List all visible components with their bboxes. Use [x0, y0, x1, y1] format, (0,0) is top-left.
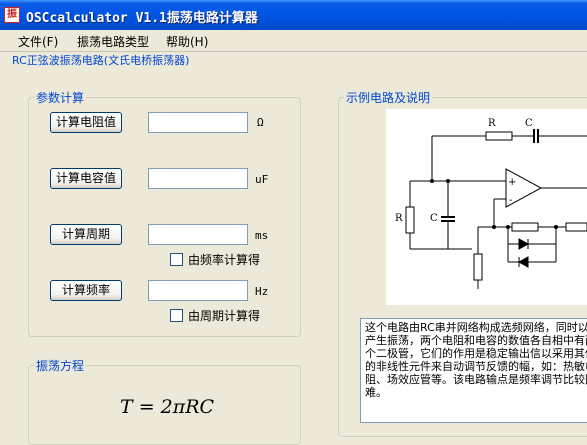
calc-resistance-button[interactable]: 计算电阻值 [50, 112, 122, 133]
params-group-title: 参数计算 [34, 89, 87, 106]
app-icon: 振 [4, 7, 20, 23]
from-frequency-checkbox[interactable] [170, 253, 183, 266]
title-bar: 振 OSCcalculator V1.1振荡电路计算器 [0, 0, 587, 30]
menu-circuit-type[interactable]: 振荡电路类型 [77, 33, 149, 50]
calc-frequency-button[interactable]: 计算频率 [50, 280, 122, 301]
menu-file[interactable]: 文件(F) [18, 33, 58, 50]
equation-group-title: 振荡方程 [34, 357, 87, 374]
description-textbox[interactable]: 这个电路由RC串并网络构成选频网络，同时以产生振荡，两个电阻和电容的数值各自相中… [360, 318, 587, 423]
resistor-top [485, 131, 513, 141]
params-group [28, 97, 301, 337]
period-field[interactable] [148, 224, 248, 245]
frequency-unit: Hz [255, 285, 269, 298]
resistance-unit: Ω [257, 116, 264, 129]
calc-capacitance-button[interactable]: 计算电容值 [50, 168, 122, 189]
from-period-checkbox[interactable] [170, 309, 183, 322]
label-minus: - [509, 195, 512, 206]
capacitance-unit: uF [255, 173, 269, 186]
circuit-svg: R C R C + - [395, 118, 587, 289]
frequency-field[interactable] [148, 280, 248, 301]
from-frequency-checkbox-row[interactable]: 由频率计算得 [170, 251, 260, 268]
resistance-field[interactable] [148, 112, 248, 133]
from-frequency-label: 由频率计算得 [188, 253, 261, 267]
example-circuit-diagram: R C R C + - [386, 109, 587, 305]
menu-bar: 文件(F) 振荡电路类型 帮助(H) [0, 30, 587, 52]
oscillation-formula: T = 2πRC [120, 396, 215, 418]
capacitance-field[interactable] [148, 168, 248, 189]
label-plus: + [508, 177, 516, 188]
label-r-top: R [488, 118, 496, 129]
description-text: 这个电路由RC串并网络构成选频网络，同时以产生振荡，两个电阻和电容的数值各自相中… [365, 321, 587, 399]
from-period-label: 由周期计算得 [188, 309, 261, 323]
calc-period-button[interactable]: 计算周期 [50, 224, 122, 245]
example-group-title: 示例电路及说明 [344, 89, 433, 106]
circuit-subtitle: RC正弦波振荡电路(文氏电桥振荡器) [12, 54, 190, 67]
resistor-left [405, 206, 415, 234]
label-r-left: R [395, 213, 403, 224]
window-title: OSCcalculator V1.1振荡电路计算器 [26, 11, 258, 26]
resistor-feedback [511, 222, 539, 232]
period-unit: ms [255, 229, 269, 242]
from-period-checkbox-row[interactable]: 由周期计算得 [170, 307, 260, 324]
menu-help[interactable]: 帮助(H) [166, 33, 208, 50]
label-c-top: C [525, 118, 533, 129]
label-c-left: C [430, 213, 438, 224]
